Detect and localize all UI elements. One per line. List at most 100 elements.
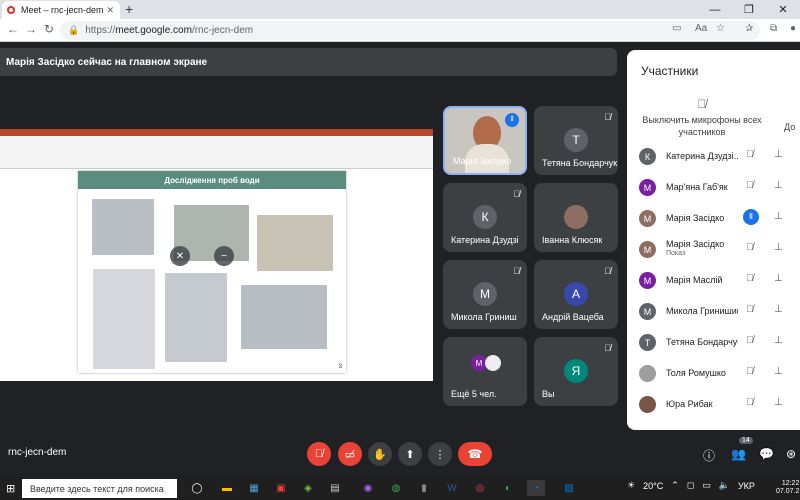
minimize-icon[interactable]: — bbox=[698, 0, 732, 19]
lab-photo-5 bbox=[164, 272, 228, 363]
raise-hand-button[interactable]: ✋ bbox=[368, 442, 392, 466]
mute-presentation-icon[interactable]: ✕ bbox=[170, 246, 190, 266]
mic-off-icon: 🎙̸ bbox=[697, 97, 707, 111]
participant-row[interactable]: Юра Рибак 🎙̸ ⊥ bbox=[627, 390, 800, 421]
app-icon[interactable]: ◐ bbox=[499, 480, 517, 496]
reload-icon[interactable]: ↻ bbox=[40, 22, 58, 36]
participant-row[interactable]: Т Тетяна Бондарчук 🎙̸ ⊥ bbox=[627, 328, 800, 359]
more-participants-tile[interactable]: М Ещё 5 чел. bbox=[443, 337, 527, 406]
pin-icon[interactable]: ⊥ bbox=[774, 180, 783, 191]
mic-off-icon[interactable]: 🎙̸ bbox=[746, 335, 754, 346]
close-window-icon[interactable]: ✕ bbox=[766, 0, 800, 19]
mic-off-icon[interactable]: 🎙̸ bbox=[746, 149, 754, 160]
back-icon[interactable]: ← bbox=[4, 22, 22, 36]
app-icon[interactable]: ◈ bbox=[299, 480, 317, 496]
avatar bbox=[485, 355, 501, 371]
more-button[interactable]: До bbox=[784, 122, 795, 132]
browser-tab-bar bbox=[0, 0, 800, 19]
app-icon[interactable]: ▧ bbox=[560, 480, 578, 496]
participant-tile[interactable]: Т 🎙̸ Тетяна Бондарчук bbox=[534, 106, 618, 175]
save-icon[interactable]: ▣ bbox=[272, 480, 290, 496]
favorite-icon[interactable]: ☆ bbox=[716, 23, 725, 34]
app-icon[interactable]: ▮ bbox=[415, 480, 433, 496]
activities-icon[interactable]: ⊛ bbox=[786, 447, 796, 461]
browser-tab[interactable]: Meet – rnc-jecn-dem ✕ bbox=[2, 1, 120, 19]
recording-icon bbox=[7, 6, 15, 14]
pin-icon[interactable]: ⊥ bbox=[774, 335, 783, 346]
reader-icon[interactable]: Aa bbox=[695, 23, 707, 34]
clock[interactable]: 12:22 07.07.2 bbox=[776, 480, 799, 496]
edge-icon[interactable]: ◔ bbox=[527, 480, 545, 496]
camera-toggle-button[interactable]: ▭̸ bbox=[338, 442, 362, 466]
profile-icon[interactable]: ● bbox=[790, 23, 796, 34]
pin-icon[interactable]: ⊥ bbox=[774, 304, 783, 315]
chrome-icon[interactable]: ◍ bbox=[387, 480, 405, 496]
explorer-icon[interactable]: ▬ bbox=[218, 480, 236, 496]
start-icon[interactable]: ⊞ bbox=[6, 482, 15, 495]
maximize-icon[interactable]: ❐ bbox=[732, 0, 766, 19]
calculator-icon[interactable]: ▦ bbox=[245, 480, 263, 496]
self-tile[interactable]: Я 🎙̸ Вы bbox=[534, 337, 618, 406]
task-view-icon[interactable]: ◯ bbox=[188, 480, 206, 496]
camera-icon[interactable]: ▭ bbox=[672, 23, 681, 34]
app-icon[interactable]: ▤ bbox=[326, 480, 344, 496]
more-options-button[interactable]: ⋮ bbox=[428, 442, 452, 466]
tile-name: Івaнна Клюсяк bbox=[542, 235, 603, 245]
participant-tile[interactable]: ⦀ Марія Засідко bbox=[443, 106, 527, 175]
tray-icon[interactable]: ◻ bbox=[687, 480, 694, 491]
taskbar-search[interactable]: Введите здесь текст для поиска bbox=[22, 479, 177, 498]
end-call-button[interactable]: ☎ bbox=[458, 442, 492, 466]
pin-icon[interactable]: ⊥ bbox=[774, 366, 783, 377]
pin-icon[interactable]: ⊥ bbox=[774, 149, 783, 160]
mic-off-icon[interactable]: 🎙̸ bbox=[746, 304, 754, 315]
mic-off-icon[interactable]: 🎙̸ bbox=[746, 366, 754, 377]
tray-up-icon[interactable]: ⌃ bbox=[671, 480, 679, 491]
participant-tile[interactable]: А 🎙̸ Андрій Вацеба bbox=[534, 260, 618, 329]
info-icon[interactable]: ⓘ bbox=[703, 447, 715, 464]
participant-row[interactable]: М Микола Гринишин 🎙̸ ⊥ bbox=[627, 297, 800, 328]
participant-row[interactable]: Толя Ромушко 🎙̸ ⊥ bbox=[627, 359, 800, 390]
favorites-icon[interactable]: ✰ bbox=[745, 23, 753, 34]
app-icon[interactable]: ◎ bbox=[471, 480, 489, 496]
weather-icon[interactable]: ☀ bbox=[627, 480, 635, 491]
mute-all-button[interactable]: 🎙̸ Выключить микрофоны всех участников bbox=[637, 98, 767, 138]
chat-icon[interactable]: 💬 bbox=[759, 447, 774, 461]
participant-tile[interactable]: К 🎙̸ Катерина Дзудзі bbox=[443, 183, 527, 252]
participant-tile[interactable]: Івaнна Клюсяк bbox=[534, 183, 618, 252]
lab-photo-1 bbox=[91, 198, 155, 256]
participant-row[interactable]: К Катерина Дзудзі... 🎙̸ ⊥ bbox=[627, 142, 800, 173]
pin-icon[interactable]: ⊥ bbox=[774, 211, 783, 222]
new-tab-button[interactable]: + bbox=[125, 1, 133, 17]
tile-name: Вы bbox=[542, 389, 555, 399]
people-icon[interactable]: 👥 bbox=[731, 447, 746, 461]
language-indicator[interactable]: УКР bbox=[738, 481, 755, 491]
viber-icon[interactable]: ◉ bbox=[359, 480, 377, 496]
mic-toggle-button[interactable]: 🎙̸ bbox=[307, 442, 331, 466]
mic-off-icon[interactable]: 🎙̸ bbox=[746, 180, 754, 191]
pin-icon[interactable]: ⊥ bbox=[774, 242, 783, 253]
volume-icon[interactable]: 🔈 bbox=[719, 480, 730, 491]
slide: Дослідження проб води 3 bbox=[78, 171, 346, 373]
meeting-code: rnc-jecn-dem bbox=[8, 447, 67, 458]
word-icon[interactable]: W bbox=[443, 480, 461, 496]
participant-row[interactable]: М Мар'яна Габ'як 🎙̸ ⊥ bbox=[627, 173, 800, 204]
close-tab-icon[interactable]: ✕ bbox=[106, 5, 114, 16]
participant-name: Мар'яна Габ'як bbox=[666, 182, 728, 192]
participant-tile[interactable]: М 🎙̸ Микола Гриниш bbox=[443, 260, 527, 329]
mic-off-icon[interactable]: 🎙̸ bbox=[746, 242, 754, 253]
network-icon[interactable]: ▭ bbox=[702, 480, 711, 491]
mic-off-icon[interactable]: 🎙̸ bbox=[746, 397, 754, 408]
participant-row[interactable]: М Марія Маслій 🎙̸ ⊥ bbox=[627, 266, 800, 297]
mic-off-icon[interactable]: 🎙̸ bbox=[746, 273, 754, 284]
pin-icon[interactable]: ⊥ bbox=[774, 273, 783, 284]
avatar: М bbox=[639, 303, 656, 320]
forward-icon[interactable]: → bbox=[22, 22, 40, 36]
collections-icon[interactable]: ⧉ bbox=[770, 23, 777, 34]
participant-row[interactable]: М Марія Засідко Показ 🎙̸ ⊥ bbox=[627, 235, 800, 266]
minimize-presentation-icon[interactable]: − bbox=[214, 246, 234, 266]
pin-icon[interactable]: ⊥ bbox=[774, 397, 783, 408]
url-input[interactable]: 🔒 https:// meet.google.com /rnc-jecn-dem bbox=[60, 21, 760, 40]
present-button[interactable]: ⬆ bbox=[398, 442, 422, 466]
participant-row[interactable]: М Марія Засідко ⦀ ⊥ bbox=[627, 204, 800, 235]
participant-name: Марія Засідко bbox=[666, 239, 725, 249]
